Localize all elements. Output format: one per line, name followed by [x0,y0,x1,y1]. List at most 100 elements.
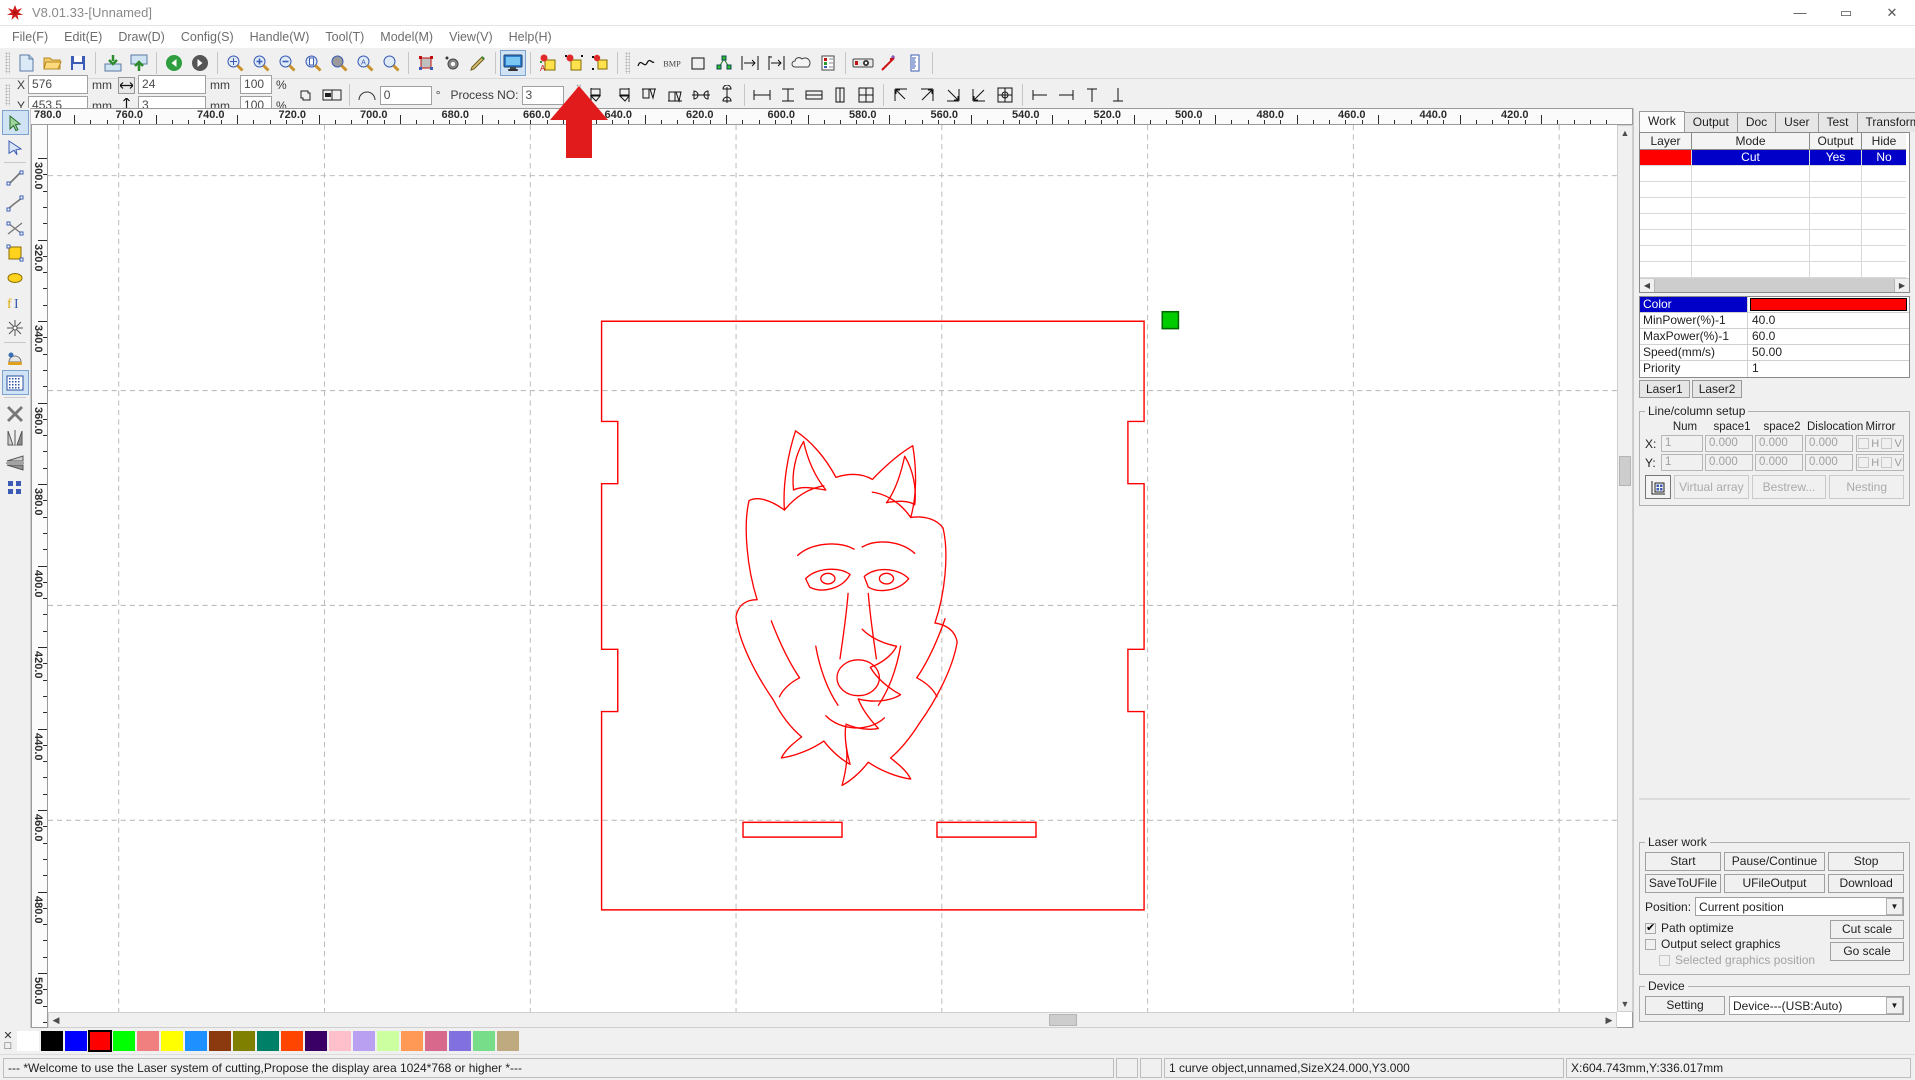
property-value[interactable] [1748,297,1909,312]
undo-icon[interactable] [161,50,187,76]
chevron-down-icon[interactable]: ▼ [1886,997,1903,1014]
size-top-icon[interactable] [1079,82,1105,108]
hscroll-thumb[interactable] [1049,1014,1077,1026]
tab-work[interactable]: Work [1639,111,1685,132]
property-row-priority[interactable]: Priority 1 [1640,361,1909,377]
pause-continue-button[interactable]: Pause/Continue [1723,852,1826,871]
tab-transform[interactable]: Transform [1856,112,1915,132]
bmp-icon[interactable]: BMP [659,50,685,76]
table-row[interactable] [1640,262,1909,278]
x-space1-input[interactable]: 0.000 [1705,435,1753,452]
y-num-input[interactable]: 1 [1661,454,1703,471]
apply-to-text-icon[interactable]: A [535,50,561,76]
layer-grid[interactable]: Layer Mode Output Hide Cut Yes No ◀ ▶ [1639,132,1910,293]
property-value[interactable]: 60.0 [1748,329,1909,344]
toolbar-grip[interactable] [575,84,581,106]
layer-color-cell[interactable] [1640,150,1692,166]
zoom-all-icon[interactable]: A [352,50,378,76]
tab-output[interactable]: Output [1683,112,1738,132]
menu-help[interactable]: Help(H) [501,28,560,46]
start-button[interactable]: Start [1645,852,1721,871]
menu-file[interactable]: File(F) [4,28,56,46]
dist-h-icon[interactable] [749,82,775,108]
import-icon[interactable] [100,50,126,76]
palette-swatch-salmon[interactable] [136,1030,160,1052]
align-center-h-icon[interactable] [688,82,714,108]
table-row[interactable] [1640,230,1909,246]
y-dislocation-input[interactable]: 0.000 [1805,454,1853,471]
device-dropdown[interactable]: Device---(USB:Auto) ▼ [1729,996,1904,1015]
minimize-button[interactable]: — [1777,0,1823,26]
palette-swatch-pink[interactable] [328,1030,352,1052]
download-button[interactable]: Download [1828,874,1904,893]
palette-swatch-orangered[interactable] [280,1030,304,1052]
mirror-vertical-tool[interactable] [2,450,29,475]
save-to-ufile-button[interactable]: SaveToUFile [1645,874,1721,893]
layer-grid-scroll-thumb[interactable] [1654,279,1895,292]
select-tool[interactable] [1,110,29,135]
path-optimize-checkbox[interactable] [1645,921,1656,934]
zoom-page-icon[interactable] [300,50,326,76]
property-value[interactable]: 50.00 [1748,345,1909,360]
property-row-color[interactable]: Color [1640,297,1909,313]
palette-swatch-lightgreen[interactable] [376,1030,400,1052]
array-preview-icon[interactable] [1645,475,1671,499]
align-top-icon[interactable] [636,82,662,108]
draw-pen-icon[interactable] [465,50,491,76]
rotate-arc-icon[interactable] [354,82,380,108]
palette-swatch-olive[interactable] [232,1030,256,1052]
align-center-v-icon[interactable] [714,82,740,108]
toolbar-grip[interactable] [5,84,10,106]
palette-swatch-brown[interactable] [208,1030,232,1052]
new-file-icon[interactable] [13,50,39,76]
set-origin-icon[interactable] [439,50,465,76]
menu-draw[interactable]: Draw(D) [110,28,173,46]
chevron-left-icon[interactable]: ◀ [1640,279,1654,292]
property-row-speed[interactable]: Speed(mm/s) 50.00 [1640,345,1909,361]
nesting-button[interactable]: Nesting [1829,475,1905,499]
cut-scale-button[interactable]: Cut scale [1830,920,1904,939]
align-right-icon[interactable] [610,82,636,108]
node-edit-tool[interactable] [2,135,29,160]
scroll-left-arrow[interactable]: ◀ [49,1013,63,1027]
palette-swatch-black[interactable] [40,1030,64,1052]
align-left-icon[interactable] [584,82,610,108]
selected-graphics-position-option[interactable]: Selected graphics position [1645,952,1830,968]
dist-rows-icon[interactable] [801,82,827,108]
toolbar-grip[interactable] [625,52,630,74]
mirror-horizontal-tool[interactable] [2,425,29,450]
layer-output-cell[interactable]: Yes [1810,150,1862,166]
process-no-input[interactable]: 3 [521,85,564,105]
text-tool[interactable]: fI [2,290,29,315]
menu-view[interactable]: View(V) [441,28,501,46]
palette-swatch-orange[interactable] [400,1030,424,1052]
palette-swatch-violet[interactable] [448,1030,472,1052]
menu-config[interactable]: Config(S) [173,28,242,46]
zoom-pan-icon[interactable] [222,50,248,76]
tab-user[interactable]: User [1775,112,1819,132]
palette-swatch-dodgerblue[interactable] [184,1030,208,1052]
palette-swatch-tan[interactable] [496,1030,520,1052]
lock-aspect-icon[interactable] [293,82,319,108]
offset-icon[interactable] [737,50,763,76]
output-select-graphics-option[interactable]: Output select graphics [1645,936,1830,952]
canvas-horizontal-scrollbar[interactable]: ◀ ▶ [48,1012,1617,1028]
corner-br-icon[interactable] [940,82,966,108]
palette-swatch-rose[interactable] [424,1030,448,1052]
vertical-ruler[interactable]: 300.0 320.0 340.0 360.0 380.0 400.0 420.0 440.0… [31,125,48,1028]
x-mirror-h-checkbox[interactable] [1858,438,1870,449]
delete-tool[interactable] [2,400,29,425]
table-row[interactable] [1640,198,1909,214]
property-value[interactable]: 40.0 [1748,313,1909,328]
menu-handle[interactable]: Handle(W) [242,28,318,46]
rect-icon[interactable] [685,50,711,76]
palette-swatch-teal[interactable] [256,1030,280,1052]
table-row[interactable] [1640,246,1909,262]
bitmap-tool[interactable] [1,370,29,395]
curve-smooth-icon[interactable] [633,50,659,76]
corner-tl-icon[interactable] [888,82,914,108]
table-row[interactable] [1640,214,1909,230]
table-row[interactable] [1640,166,1909,182]
table-row[interactable] [1640,182,1909,198]
zoom-selection-icon[interactable] [326,50,352,76]
